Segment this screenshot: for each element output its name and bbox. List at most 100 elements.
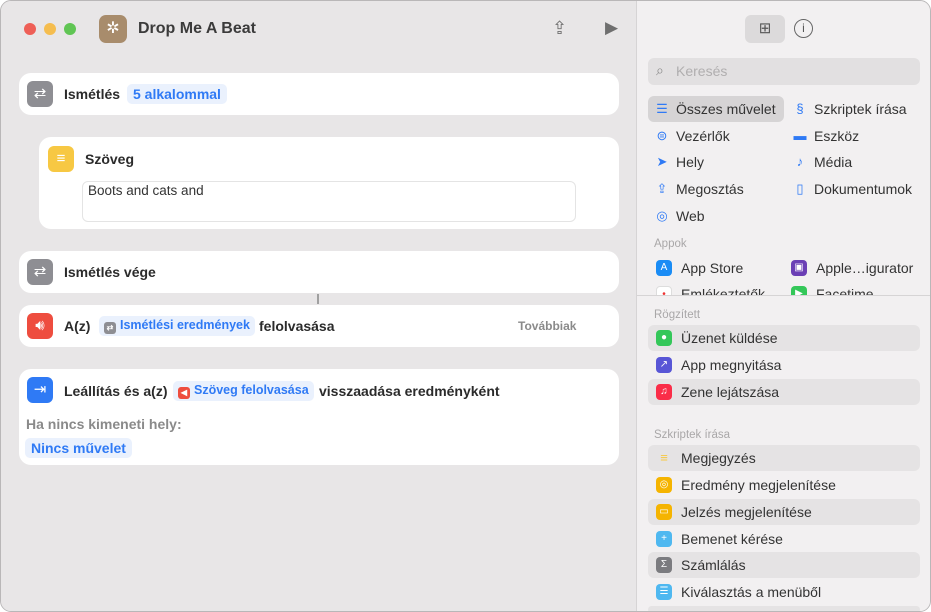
category-controls[interactable]: ⊜ Vezérlők [648,123,730,149]
more-button[interactable]: Továbbiak [518,319,576,333]
repeat-count-token[interactable]: 5 alkalommal [127,84,227,104]
category-location[interactable]: ➤ Hely [648,149,704,175]
app-store-icon: A [656,260,672,276]
shortcut-icon[interactable]: ✲ [99,15,127,43]
repeat-icon: ⇄ [104,322,116,334]
pinned-open-app[interactable]: ↗ App megnyitása [648,352,920,378]
scripting-icon: § [796,101,804,116]
search-placeholder: Keresés [676,63,728,79]
show-result-icon: ◎ [656,477,672,493]
end-repeat-action[interactable]: ⇄ Ismétlés vége [19,251,619,293]
action-label: Üzenet küldése [681,330,778,346]
sigma-icon: Σ [656,557,672,573]
category-scripting[interactable]: § Szkriptek írása [786,96,907,122]
token-label: Ismétlési eredmények [120,318,250,332]
category-label: Web [676,208,705,224]
music-note-icon: ♪ [796,154,804,169]
pinned-send-message[interactable]: ● Üzenet küldése [648,325,920,351]
app-label: Apple…igurator [816,260,914,276]
arrow-icon: ↗ [656,357,672,373]
library-tab-icon[interactable]: ⊞ [745,15,785,43]
action-partial [648,606,920,611]
app-label: App Store [681,260,744,276]
pinned-play-music[interactable]: ♫ Zene lejátszása [648,379,920,405]
shortcuts-window: ✲ Drop Me A Beat ⇪ ▶ ⇄ Ismétlés 5 alkalo… [0,0,931,612]
category-device[interactable]: ▬ Eszköz [786,123,860,149]
repeat-results-token[interactable]: ⇄ Ismétlési eredmények [99,316,255,336]
no-output-token[interactable]: Nincs művelet [25,438,132,458]
action-label: Szöveg [85,151,135,167]
text-action[interactable]: ≡ Szöveg Boots and cats and [39,137,619,229]
no-output-label: Ha nincs kimeneti hely: [26,416,182,432]
category-label: Összes művelet [676,101,776,117]
search-input[interactable]: ⌕ Keresés [648,58,920,85]
action-show-alert[interactable]: ▭ Jelzés megjelenítése [648,499,920,525]
action-choose-from-menu[interactable]: ☰ Kiválasztás a menüből [648,579,920,605]
category-sharing[interactable]: ⇪ Megosztás [648,176,744,202]
app-facetime[interactable]: ▶ Facetime [783,281,923,295]
category-all-actions[interactable]: ☰ Összes művelet [648,96,784,122]
category-documents[interactable]: ▯ Dokumentumok [786,176,912,202]
action-label: Zene lejátszása [681,384,780,400]
action-label: felolvasása [259,318,335,334]
stop-output-action[interactable]: ⇥ Leállítás és a(z) ◀ Szöveg felolvasása … [19,369,619,465]
toggle-icon: ⊜ [656,128,668,143]
category-label: Dokumentumok [814,181,913,197]
compass-icon: ◎ [656,208,668,223]
repeat-action[interactable]: ⇄ Ismétlés 5 alkalommal [19,73,619,115]
list-icon: ☰ [656,101,668,116]
menu-icon: ☰ [656,584,672,600]
action-label: Bemenet kérése [681,531,783,547]
app-label: Facetime [816,286,874,295]
category-label: Eszköz [814,128,860,144]
speak-action[interactable]: 🔊︎ A(z) ⇄ Ismétlési eredmények felolvasás… [19,305,619,347]
display-icon: ▬ [793,128,807,143]
configurator-icon: ▣ [791,260,807,276]
share-icon[interactable]: ⇪ [552,18,567,39]
exit-icon: ⇥ [27,377,53,403]
action-count[interactable]: Σ Számlálás [648,552,920,578]
alert-icon: ▭ [656,504,672,520]
app-reminders[interactable]: • Emlékeztetők [648,281,784,295]
speak-text-token[interactable]: ◀ Szöveg felolvasása [173,381,314,401]
app-app-store[interactable]: A App Store [648,255,784,281]
run-button[interactable]: ▶ [605,18,618,38]
action-comment[interactable]: ≡ Megjegyzés [648,445,920,471]
action-label: visszaadása eredményként [319,383,500,399]
category-web[interactable]: ◎ Web [648,203,705,229]
category-media[interactable]: ♪ Média [786,149,852,175]
action-label: Ismétlés [64,86,121,102]
messages-icon: ● [656,330,672,346]
music-icon: ♫ [656,384,672,400]
search-icon: ⌕ [656,62,664,78]
document-icon: ▯ [796,181,804,196]
text-field[interactable]: Boots and cats and [82,181,576,222]
app-apple-configurator[interactable]: ▣ Apple…igurator [783,255,923,281]
minimize-button[interactable] [44,23,56,35]
action-label: Számlálás [681,557,746,573]
reminders-icon: • [656,286,672,295]
ask-input-icon: + [656,531,672,547]
action-label: Eredmény megjelenítése [681,477,836,493]
window-title: Drop Me A Beat [138,20,256,37]
category-label: Megosztás [676,181,744,197]
zoom-button[interactable] [64,23,76,35]
action-label: App megnyitása [681,357,782,373]
connector-line [317,294,319,304]
share-icon: ⇪ [656,181,668,196]
action-library: ⊞ i ⌕ Keresés ☰ Összes művelet § Szkriptek … [636,1,930,611]
facetime-icon: ▶ [791,286,807,295]
action-label: Leállítás és a(z) [64,383,168,399]
info-icon[interactable]: i [794,19,813,38]
apps-overflow: • Emlékeztetők ▶ Facetime [637,281,930,295]
repeat-icon: ⇄ [27,81,53,107]
action-label: Megjegyzés [681,450,756,466]
close-button[interactable] [24,23,36,35]
action-label: Kiválasztás a menüből [681,584,822,600]
action-show-result[interactable]: ◎ Eredmény megjelenítése [648,472,920,498]
editor-pane: ✲ Drop Me A Beat ⇪ ▶ ⇄ Ismétlés 5 alkalo… [1,1,636,611]
action-ask-input[interactable]: + Bemenet kérése [648,526,920,552]
category-label: Hely [676,154,705,170]
category-label: Szkriptek írása [814,101,907,117]
token-label: Szöveg felolvasása [194,383,309,397]
